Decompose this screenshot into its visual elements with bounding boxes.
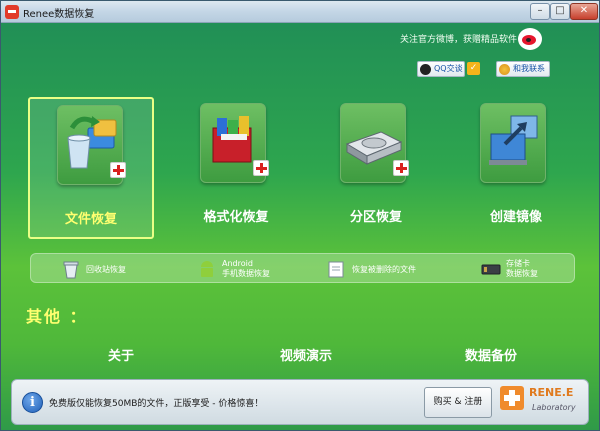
- window-title: Renee数据恢复: [23, 9, 95, 20]
- other-section-title: 其他 ：: [26, 307, 88, 326]
- tile-create-image[interactable]: 创建镜像: [453, 97, 579, 239]
- sub-label-line1: Android: [222, 259, 253, 268]
- app-window: Renee数据恢复 – □ ✕ 关注官方微博，获赠精品软件 QQ交谈 ✓ 和我联…: [0, 0, 600, 431]
- tile-label: 文件恢复: [64, 212, 117, 227]
- check-icon: ✓: [467, 62, 480, 75]
- format-recovery-icon: [200, 103, 269, 183]
- sub-label-line2: 数据恢复: [506, 269, 538, 278]
- file-recovery-icon: [57, 105, 126, 185]
- brand-subtitle: Laboratory: [532, 403, 576, 412]
- add-badge-icon: [110, 162, 126, 178]
- deleted-file-icon: [328, 261, 344, 278]
- tile-label: 格式化恢复: [203, 210, 269, 225]
- brand-name: RENE.E: [529, 386, 574, 399]
- video-demo-link[interactable]: 视频演示: [280, 345, 332, 364]
- add-badge-icon: [393, 160, 409, 176]
- contact-label: 和我联系: [513, 64, 545, 73]
- tile-label: 创建镜像: [489, 210, 542, 225]
- data-backup-link[interactable]: 数据备份: [465, 345, 517, 364]
- recycle-bin-icon: [63, 261, 79, 279]
- contact-icon: [499, 64, 510, 75]
- renee-logo-icon: [500, 386, 524, 410]
- weibo-icon[interactable]: [518, 28, 542, 50]
- qq-chat-label: QQ交谈: [434, 64, 463, 73]
- create-image-icon: [480, 103, 546, 183]
- close-button[interactable]: ✕: [570, 3, 598, 20]
- memory-card-icon: [481, 264, 501, 275]
- title-bar: Renee数据恢复 – □ ✕: [1, 1, 599, 23]
- info-icon: i: [22, 392, 43, 413]
- buy-register-button[interactable]: 购买 & 注册: [424, 387, 492, 418]
- about-link[interactable]: 关于: [108, 345, 134, 364]
- sub-label: 恢复被删除的文件: [352, 265, 416, 274]
- tile-partition-recovery[interactable]: 分区恢复: [313, 97, 439, 239]
- quick-actions-bar: 回收站恢复 Android 手机数据恢复 恢复被删除的文件 存储卡 数据恢复: [30, 253, 575, 283]
- sub-label-line1: 存储卡: [506, 259, 530, 268]
- add-badge-icon: [253, 160, 269, 176]
- sub-label-line2: 手机数据恢复: [222, 269, 270, 278]
- minimize-button[interactable]: –: [530, 3, 550, 20]
- license-notice: 免费版仅能恢复50MB的文件，正版享受 - 价格惊喜！: [49, 399, 264, 409]
- maximize-button[interactable]: □: [550, 3, 570, 20]
- partition-recovery-icon: [340, 103, 409, 183]
- notice-bar: i 免费版仅能恢复50MB的文件，正版享受 - 价格惊喜！ 购买 & 注册 RE…: [11, 379, 589, 425]
- tile-file-recovery[interactable]: 文件恢复: [28, 97, 154, 239]
- tile-format-recovery[interactable]: 格式化恢复: [173, 97, 299, 239]
- contact-button[interactable]: 和我联系: [496, 61, 550, 77]
- tile-label: 分区恢复: [349, 210, 402, 225]
- qq-chat-button[interactable]: QQ交谈: [417, 61, 465, 77]
- app-logo-icon: [5, 5, 19, 19]
- memory-card-recovery[interactable]: 存储卡 数据恢复: [481, 257, 561, 281]
- follow-weibo-text[interactable]: 关注官方微博，获赠精品软件: [400, 32, 517, 45]
- qq-icon: [420, 64, 431, 75]
- recycle-bin-recovery[interactable]: 回收站恢复: [61, 257, 141, 281]
- android-icon: [201, 261, 213, 277]
- deleted-file-recovery[interactable]: 恢复被删除的文件: [327, 257, 427, 281]
- android-recovery[interactable]: Android 手机数据恢复: [197, 257, 287, 281]
- sub-label: 回收站恢复: [86, 265, 126, 274]
